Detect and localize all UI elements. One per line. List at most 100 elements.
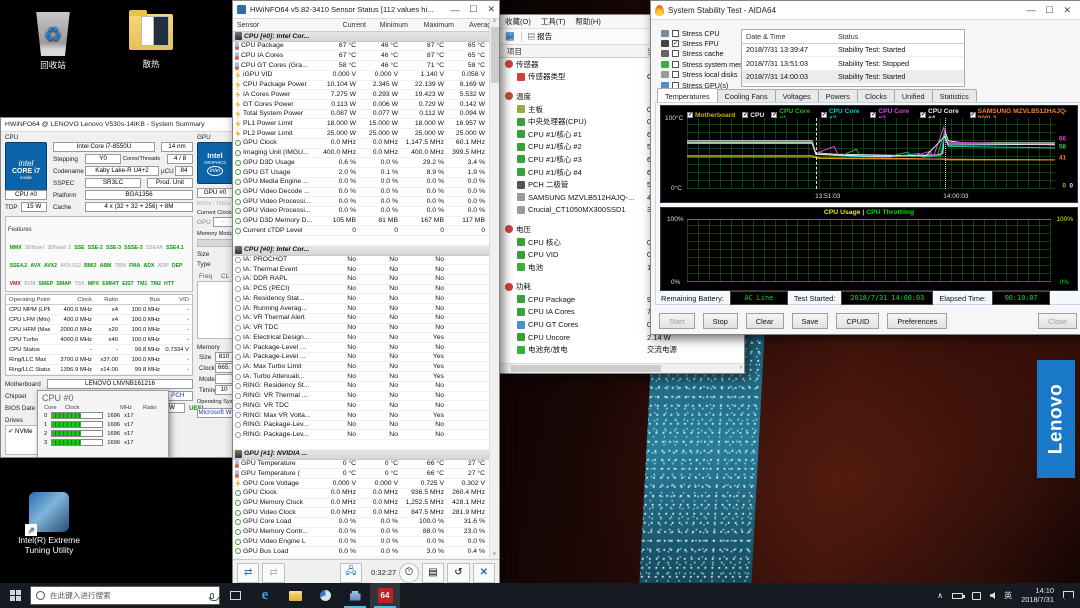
taskbar-hwinfo[interactable] (310, 583, 340, 608)
sensor-row[interactable]: Current cTDP Level0000 (233, 226, 489, 236)
tree-item[interactable]: 电池充/放电交流电源 (499, 343, 744, 356)
op-row[interactable]: CPU Status--99.8 MHz0.7334 V (6, 345, 192, 355)
maximize-button[interactable]: ☐ (469, 4, 477, 15)
clear-button[interactable]: Clear (746, 313, 784, 329)
sensor-current: 0.0 % (319, 197, 359, 207)
op-row[interactable]: CPU LFM (Min)400.0 MHzx4100.0 MHz- (6, 315, 192, 325)
network-icon[interactable] (972, 592, 981, 600)
clock-usage-icon (235, 199, 241, 205)
scrollbar-thumb[interactable] (491, 27, 499, 83)
volume-icon[interactable] (990, 592, 995, 599)
cpu-select-dropdown[interactable]: CPU #0 (5, 190, 47, 200)
stress-option[interactable]: Stress local disks (661, 70, 745, 80)
scroll-right-arrow-icon[interactable]: › (740, 364, 742, 371)
log-row[interactable]: 2018/7/31 13:39:47Stability Test: Starte… (742, 44, 964, 58)
battery-icon[interactable] (952, 593, 963, 599)
stress-option[interactable]: Stress CPU (661, 28, 745, 38)
scroll-up-arrow-icon[interactable]: ˄ (493, 19, 497, 25)
tab-temperatures[interactable]: Temperatures (657, 88, 718, 103)
taskbar-aida64[interactable]: 64 (370, 583, 400, 608)
op-row[interactable]: CPU MPM (LPM)400.0 MHzx4100.0 MHz- (6, 305, 192, 315)
stress-checkbox[interactable] (672, 30, 679, 37)
stability-titlebar[interactable]: System Stability Test - AIDA64 — ☐ ✕ (651, 1, 1080, 20)
minimize-button[interactable]: — (1026, 5, 1035, 15)
close-button[interactable]: ✕ (1063, 5, 1071, 16)
taskbar-search-box[interactable]: 在此键入进行搜索 (30, 586, 220, 605)
tree-label: SAMSUNG MZVLB512HAJQ-... (528, 193, 634, 202)
aida64-hscrollbar[interactable]: › (499, 363, 744, 373)
action-center-icon[interactable] (1063, 591, 1074, 600)
maximize-button[interactable]: ☐ (1045, 5, 1053, 16)
sensor-icon (517, 73, 525, 81)
sensor-name: IA: Electrical Design... (233, 333, 319, 343)
search-placeholder: 在此键入进行搜索 (50, 590, 111, 601)
task-view-button[interactable] (220, 583, 250, 608)
scroll-down-arrow-icon[interactable]: ˅ (493, 552, 497, 558)
save-button[interactable]: Save (792, 313, 829, 329)
stress-option[interactable]: ✓Stress FPU (661, 38, 745, 48)
sensor-current: No (319, 352, 359, 362)
minimize-button[interactable]: — (450, 5, 459, 15)
network-share-icon[interactable]: 🖧︎ (340, 563, 362, 583)
sensor-average: 1.9 % (447, 168, 489, 178)
sensor-name: iGPU VID (233, 70, 319, 80)
log-row[interactable]: 2018/7/31 14:00:03Stability Test: Starte… (742, 71, 964, 85)
start-button[interactable] (0, 583, 30, 608)
core-mhz: 1696 (107, 431, 120, 437)
op-row[interactable]: Ring/LLC Max3700.0 MHzx37.00100.0 MHz- (6, 355, 192, 365)
gpu-clock-label: GPU (197, 219, 211, 226)
arrows-gray-icon[interactable]: ⇄ (262, 563, 284, 583)
sensor-current: No (319, 362, 359, 372)
prod-unit-field: Prod. Unit (147, 178, 193, 188)
desktop-icon-recycle-bin[interactable]: ♻ 回收站 (14, 12, 92, 71)
summary-titlebar[interactable]: HWiNFO64 @ LENOVO Lenovo V530s-14IKB - S… (1, 118, 236, 132)
sensor-current: 105 MB (319, 216, 359, 226)
sensor-name: GPU Video Processi... (233, 206, 319, 216)
taskbar-edge[interactable]: e (250, 583, 280, 608)
stress-option[interactable]: Stress system mem (661, 59, 745, 69)
log-icon[interactable]: ▤ (422, 563, 444, 583)
desktop-icon-cooling-folder[interactable]: 散热 (112, 14, 190, 70)
sensor-titlebar[interactable]: HWiNFO64 v5.82-3410 Sensor Status [112 v… (233, 1, 499, 19)
usage-y-max-right: 100% (1056, 216, 1073, 223)
taskbar-monitor-app[interactable] (340, 583, 370, 608)
stress-checkbox[interactable] (672, 50, 679, 57)
gpu-select-dropdown[interactable]: GPU #0 (197, 188, 233, 198)
tray-clock[interactable]: 14:10 2018/7/31 (1021, 587, 1054, 604)
stress-option[interactable]: Stress cache (661, 49, 745, 59)
report-button[interactable]: ▤ 报告 (528, 31, 553, 42)
tray-chevron-icon[interactable]: ∧ (937, 591, 943, 600)
stress-checkbox[interactable] (672, 71, 679, 78)
cpuid-button[interactable]: CPUID (836, 313, 879, 329)
menu-item[interactable]: 收藏(O) (505, 16, 531, 27)
trend-chart-icon[interactable]: 📈︎ (505, 32, 515, 41)
op-row[interactable]: CPU Turbo4000.0 MHzx40100.0 MHz- (6, 335, 192, 345)
sensor-vscrollbar[interactable]: ˄ ˅ (489, 19, 499, 558)
stress-checkbox[interactable]: ✓ (672, 40, 679, 47)
power-icon (235, 120, 241, 128)
sensor-name: GPU Memory Contr... (233, 527, 319, 537)
taskbar-file-explorer[interactable] (280, 583, 310, 608)
preferences-button[interactable]: Preferences (887, 313, 947, 329)
menu-item[interactable]: 帮助(H) (575, 16, 600, 27)
log-row[interactable]: 2018/7/31 13:51:03Stability Test: Stoppe… (742, 57, 964, 71)
reset-icon[interactable]: ↺ (447, 563, 469, 583)
arrows-blue-icon[interactable]: ⇄ (237, 563, 259, 583)
close-sensors-icon[interactable]: ✕ (473, 563, 495, 583)
sensor-column-headers[interactable]: Sensor Current Minimum Maximum Average (233, 19, 499, 32)
log-status: Stability Test: Stopped (834, 59, 964, 68)
sensor-row[interactable]: GPU Bus Load0.0 %0.0 %3.0 %0.4 % (233, 547, 489, 557)
sensor-row[interactable]: RING: Package-Lev...NoNoNo (233, 430, 489, 440)
op-row[interactable]: CPU HFM (Max)2000.0 MHzx20100.0 MHz- (6, 325, 192, 335)
op-row[interactable]: Ring/LLC Status1396.9 MHzx14.0099.8 MHz- (6, 365, 192, 375)
ime-indicator[interactable]: 英 (1004, 590, 1012, 601)
desktop-icon-intel-xtu[interactable]: ↗ Intel(R) Extreme Tuning Utility (10, 492, 88, 555)
microphone-icon[interactable] (210, 593, 214, 599)
cpu0-clock-popup[interactable]: CPU #0 CoreClockMHzRatio01696x1711696x17… (37, 390, 169, 458)
stress-checkbox[interactable] (672, 61, 679, 68)
menu-item[interactable]: 工具(T) (541, 16, 566, 27)
close-button[interactable]: ✕ (487, 4, 495, 15)
stop-button[interactable]: Stop (703, 313, 738, 329)
graph-panel: ✓Motherboard✓CPU✓CPU Core #1✓CPU Core #2… (655, 102, 1080, 305)
clock-icon[interactable]: 🕐︎ (399, 563, 419, 583)
